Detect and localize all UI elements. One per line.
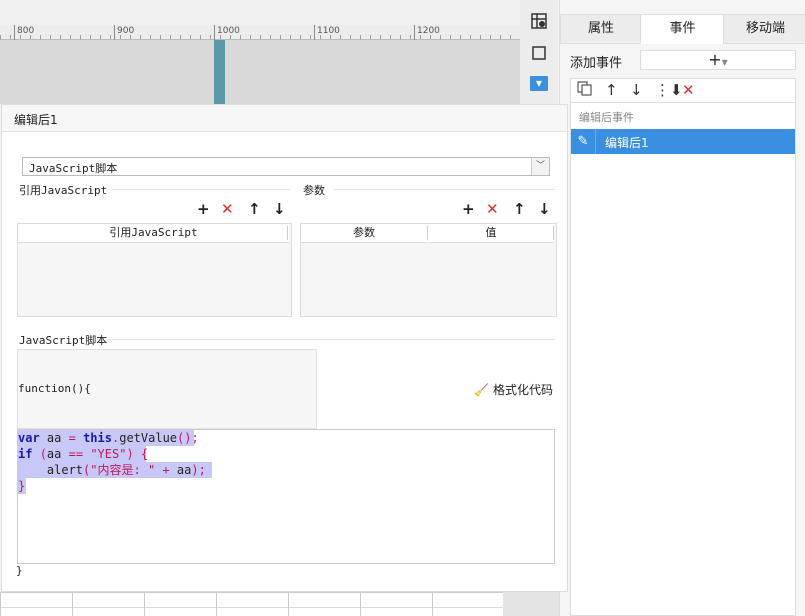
arrow-up-icon[interactable]: ↑	[248, 200, 261, 218]
divider	[108, 339, 555, 340]
code-editor[interactable]: var aa = this.getValue(); if (aa == "YES…	[17, 429, 555, 564]
tab-properties[interactable]: 属性	[560, 14, 642, 44]
delete-icon[interactable]: ✕	[221, 200, 234, 218]
code-line[interactable]: var aa = this.getValue();	[18, 430, 199, 446]
column-separator	[287, 226, 288, 240]
vertical-toolbar: ▼	[520, 0, 558, 104]
event-group-label: 编辑后事件	[579, 111, 634, 124]
arrow-up-icon[interactable]: ↑	[605, 81, 618, 99]
scrollbar-area[interactable]	[503, 592, 559, 616]
params-section-label: 参数	[303, 184, 325, 197]
canvas-top-strip	[0, 0, 520, 25]
ruler-mark: 900	[117, 26, 135, 36]
script-type-select[interactable]: JavaScript脚本 ﹀	[22, 157, 550, 176]
event-item-label: 编辑后1	[605, 136, 649, 150]
edit-pencil-icon[interactable]: ✎	[571, 129, 596, 154]
ref-js-section-label: 引用JavaScript	[19, 184, 108, 197]
widget-settings-icon[interactable]	[528, 10, 550, 32]
copy-icon[interactable]	[577, 81, 592, 100]
ruler-mark: 1000	[217, 26, 240, 36]
arrow-down-icon[interactable]: ↓	[273, 200, 286, 218]
column-separator	[553, 226, 554, 240]
broom-icon: 🧹	[474, 383, 489, 397]
chevron-down-icon: ▼	[721, 58, 728, 67]
design-canvas[interactable]	[0, 40, 520, 104]
panel-top-strip	[560, 0, 805, 14]
move-to-bottom-icon[interactable]: ⋮⬇	[655, 81, 683, 99]
tab-mobile[interactable]: 移动端	[723, 14, 805, 44]
add-event-label: 添加事件	[570, 56, 623, 71]
delete-icon[interactable]: ✕	[682, 81, 695, 99]
horizontal-ruler: 800 900 1000 1100 1200	[0, 25, 520, 40]
divider	[334, 189, 555, 190]
function-close-text: }	[16, 564, 23, 577]
arrow-down-icon[interactable]: ↓	[630, 81, 643, 99]
script-type-value: JavaScript脚本	[29, 162, 118, 175]
ref-js-table[interactable]: 引用JavaScript	[17, 223, 292, 317]
ruler-mark: 800	[17, 26, 35, 36]
event-toolbar: ↑ ↓ ⋮⬇ ✕	[570, 78, 796, 102]
divider	[112, 189, 290, 190]
code-line[interactable]: if (aa == "YES") {	[18, 446, 148, 462]
event-editor-dialog: 编辑后1 JavaScript脚本 ﹀ 引用JavaScript + ✕ ↑ ↓…	[1, 104, 568, 592]
add-event-button[interactable]: +▼	[640, 50, 796, 70]
arrow-up-icon[interactable]: ↑	[513, 200, 526, 218]
add-icon[interactable]: +	[462, 200, 475, 218]
format-code-button[interactable]: 🧹 格式化代码	[474, 381, 553, 398]
right-panel: 属性 事件 移动端 添加事件 +▼ ↑ ↓ ⋮⬇ ✕ 编辑后事件 ✎ 编辑后1	[559, 0, 805, 616]
function-open-text: function(){	[18, 382, 91, 395]
code-line[interactable]: alert("内容是: " + aa);	[18, 462, 212, 478]
arrow-down-icon[interactable]: ↓	[538, 200, 551, 218]
ref-js-column-header: 引用JavaScript	[18, 224, 289, 243]
event-list: 编辑后事件 ✎ 编辑后1	[570, 102, 796, 616]
params-table[interactable]: 参数 值	[300, 223, 557, 317]
add-icon[interactable]: +	[197, 200, 210, 218]
selected-cell-column[interactable]	[214, 40, 225, 104]
dialog-header: 编辑后1	[2, 105, 567, 132]
delete-icon[interactable]: ✕	[486, 200, 499, 218]
chevron-down-icon[interactable]: ﹀	[531, 158, 549, 175]
code-line[interactable]: }	[18, 478, 26, 494]
format-code-label: 格式化代码	[492, 383, 553, 397]
function-header-box: function(){	[17, 349, 317, 429]
script-section-label: JavaScript脚本	[19, 334, 108, 347]
param-column-header: 参数	[301, 224, 427, 243]
ruler-mark: 1200	[417, 26, 440, 36]
sheet-grid-strip[interactable]	[0, 592, 503, 616]
dialog-title: 编辑后1	[14, 113, 58, 127]
plus-icon: +	[708, 50, 722, 69]
value-column-header: 值	[428, 224, 554, 243]
ruler-mark: 1100	[317, 26, 340, 36]
dropdown-toggle-icon[interactable]: ▼	[530, 76, 548, 91]
event-item[interactable]: ✎ 编辑后1	[571, 129, 795, 154]
tab-events[interactable]: 事件	[640, 14, 725, 44]
border-icon[interactable]	[528, 42, 550, 64]
